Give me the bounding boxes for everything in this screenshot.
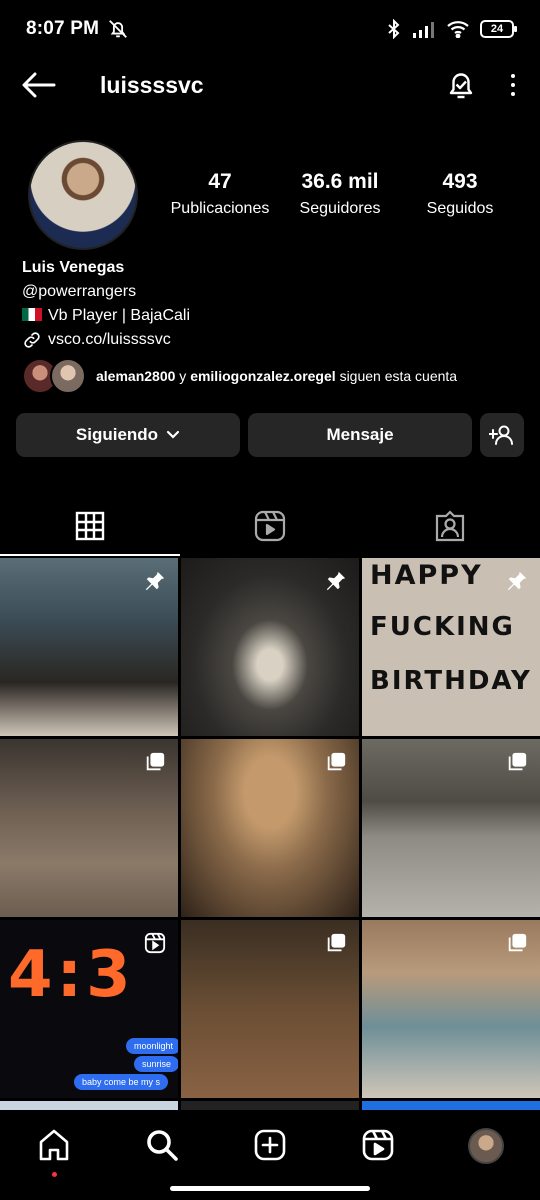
add-person-icon [489, 425, 513, 445]
mutual-avatars [22, 358, 88, 394]
dnd-off-icon [109, 20, 128, 38]
profile-name: Luis Venegas [22, 259, 125, 276]
posts-count: 47 [208, 170, 232, 193]
profile-actions: Siguiendo Mensaje [16, 413, 524, 457]
bio-link[interactable]: vsco.co/luissssvc [22, 328, 522, 352]
followers-label: Seguidores [299, 200, 381, 217]
stat-followers[interactable]: 36.6 mil Seguidores [280, 170, 400, 218]
carousel-icon [146, 752, 165, 771]
following-button[interactable]: Siguiendo [16, 413, 240, 457]
post-tile[interactable] [181, 558, 359, 736]
nav-create[interactable] [216, 1128, 324, 1162]
post-tile[interactable] [181, 920, 359, 1098]
mutual-avatar [50, 358, 86, 394]
carousel-icon [508, 933, 527, 952]
mutual-conj: y [179, 368, 187, 384]
grid-icon [75, 511, 105, 541]
pin-icon [507, 571, 527, 591]
profile-avatar[interactable] [28, 140, 138, 250]
post-tile[interactable] [0, 558, 178, 736]
stat-following[interactable]: 493 Seguidos [400, 170, 520, 218]
post-tile[interactable]: 4:3 moonlight sunrise baby come be my s [0, 920, 178, 1098]
profile-tabs [0, 496, 540, 556]
profile-avatar [468, 1128, 504, 1164]
profile-stats: 47 Publicaciones 36.6 mil Seguidores 493… [160, 170, 520, 218]
banner-text: FUCKING [370, 612, 515, 642]
chat-bubble: sunrise [134, 1056, 178, 1072]
stat-posts[interactable]: 47 Publicaciones [160, 170, 280, 218]
post-tile[interactable] [0, 739, 178, 917]
notification-dot [51, 1172, 57, 1177]
followers-count: 36.6 mil [301, 170, 379, 193]
back-button[interactable] [22, 68, 56, 102]
reels-icon [254, 510, 286, 542]
post-tile[interactable] [181, 739, 359, 917]
tab-tagged[interactable] [360, 496, 540, 556]
more-options-button[interactable] [508, 71, 518, 99]
tab-reels[interactable] [180, 496, 360, 556]
following-label: Siguiendo [75, 425, 159, 444]
nav-profile[interactable] [432, 1128, 540, 1164]
following-label: Seguidos [426, 200, 494, 217]
following-count: 493 [442, 170, 478, 193]
create-icon [254, 1129, 286, 1161]
nav-home[interactable] [0, 1128, 108, 1177]
header-username: luissssvc [100, 71, 204, 98]
carousel-icon [508, 752, 527, 771]
bell-check-icon[interactable] [444, 68, 478, 102]
profile-bio: Luis Venegas @powerrangers Vb Player | B… [22, 256, 522, 352]
bio-text: Vb Player | BajaCali [48, 307, 190, 324]
pin-icon [326, 571, 346, 591]
bluetooth-icon [388, 19, 400, 39]
chevron-down-icon [166, 430, 180, 439]
profile-header: luissssvc [0, 58, 540, 112]
battery-icon: 24 [480, 20, 517, 38]
bio-line: Vb Player | BajaCali [22, 304, 522, 328]
profile-handle[interactable]: @powerrangers [22, 280, 522, 304]
posts-label: Publicaciones [170, 200, 270, 217]
bio-link-text: vsco.co/luissssvc [48, 331, 171, 348]
search-icon [147, 1130, 178, 1161]
carousel-icon [327, 933, 346, 952]
message-label: Mensaje [326, 425, 394, 444]
home-indicator [170, 1186, 370, 1191]
status-time: 8:07 PM [26, 18, 100, 39]
more-vertical-icon [511, 74, 515, 78]
post-tile[interactable] [362, 739, 540, 917]
mutual-suffix: siguen esta cuenta [339, 368, 458, 384]
carousel-icon [327, 752, 346, 771]
status-bar: 8:07 PM 24 [0, 0, 540, 58]
banner-text: BIRTHDAY [370, 666, 532, 696]
mexico-flag-icon [22, 308, 42, 321]
wifi-icon [447, 21, 469, 38]
pin-icon [145, 571, 165, 591]
home-icon [39, 1129, 69, 1161]
mutual-user-2: emiliogonzalez.oregel [190, 368, 336, 384]
nav-reels[interactable] [324, 1128, 432, 1162]
posts-grid: HAPPY FUCKING BIRTHDAY 4:3 moonlight sun… [0, 558, 540, 1111]
tab-posts[interactable] [0, 496, 180, 556]
mutual-text: aleman2800 y emiliogonzalez.oregel sigue… [96, 368, 457, 384]
battery-level: 24 [490, 23, 504, 35]
message-button[interactable]: Mensaje [248, 413, 472, 457]
reels-nav-icon [362, 1129, 394, 1161]
reel-badge-icon [144, 932, 166, 954]
chat-bubble: baby come be my s [74, 1074, 169, 1090]
mutual-user-1: aleman2800 [96, 368, 176, 384]
mutual-followers[interactable]: aleman2800 y emiliogonzalez.oregel sigue… [22, 358, 522, 394]
post-tile[interactable]: HAPPY FUCKING BIRTHDAY [362, 558, 540, 736]
back-arrow-icon [22, 72, 56, 98]
signal-icon [413, 22, 434, 38]
nav-search[interactable] [108, 1128, 216, 1162]
post-tile[interactable] [362, 920, 540, 1098]
suggest-users-button[interactable] [480, 413, 524, 457]
tagged-icon [435, 510, 465, 542]
clock-text: 4:3 [8, 938, 135, 1012]
chat-bubble: moonlight [126, 1038, 178, 1054]
link-icon [24, 332, 40, 348]
